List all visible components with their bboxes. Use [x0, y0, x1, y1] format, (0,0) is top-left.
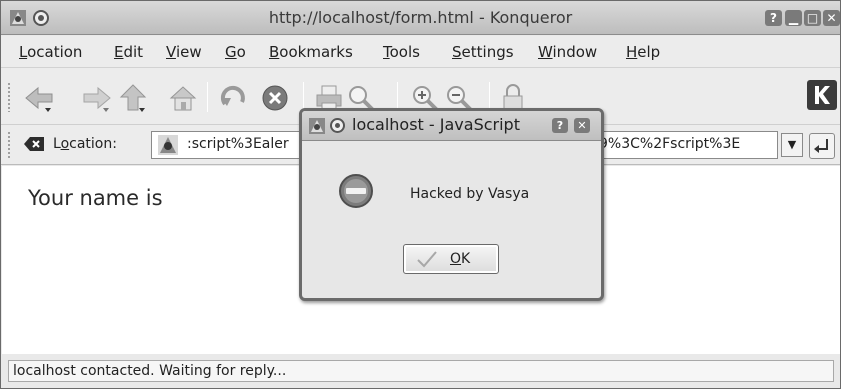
location-label-accel: o — [60, 136, 70, 152]
up-icon[interactable] — [119, 82, 151, 114]
window-titlebar[interactable]: http://localhost/form.html - Konqueror ?… — [1, 1, 840, 35]
home-icon[interactable] — [167, 82, 199, 114]
menu-window[interactable]: Window — [538, 43, 597, 61]
url-history-dropdown[interactable]: ▼ — [781, 133, 803, 157]
clear-location-icon[interactable] — [23, 135, 45, 153]
location-label-prefix: L — [53, 136, 61, 152]
stop-icon[interactable] — [259, 82, 291, 114]
location-label: Location: — [53, 136, 117, 152]
toolbar-handle[interactable] — [7, 82, 11, 112]
menu-view[interactable]: View — [166, 43, 202, 61]
dialog-sticky-icon[interactable] — [330, 118, 345, 133]
menu-settings[interactable]: Settings — [452, 43, 514, 61]
menu-go[interactable]: Go — [225, 43, 246, 61]
window-title: http://localhost/form.html - Konqueror — [268, 8, 573, 27]
critical-icon — [339, 174, 373, 208]
location-label-suffix: cation: — [69, 136, 117, 152]
statusbar: localhost contacted. Waiting for reply..… — [1, 355, 840, 388]
go-button[interactable] — [809, 133, 835, 159]
help-button[interactable]: ? — [765, 10, 782, 26]
javascript-alert-dialog: localhost - JavaScript ? ✕ Hacked by Vas… — [299, 108, 604, 301]
dialog-message: Hacked by Vasya — [410, 186, 530, 202]
url-text-right: 9%3C%2Fscript%3E — [599, 136, 741, 152]
page-text: Your name is — [28, 186, 163, 210]
locationbar-handle[interactable] — [7, 131, 11, 159]
url-text-left: :script%3Ealer — [187, 136, 289, 152]
menu-help[interactable]: Help — [626, 43, 660, 61]
enter-arrow-icon — [814, 139, 828, 153]
maximize-button[interactable]: □ — [804, 10, 821, 26]
close-button[interactable]: ✕ — [823, 10, 840, 26]
menu-bookmarks[interactable]: Bookmarks — [269, 43, 353, 61]
back-icon[interactable] — [23, 82, 55, 114]
menubar: Location Edit View Go Bookmarks Tools Se… — [1, 36, 840, 67]
menu-edit[interactable]: Edit — [114, 43, 143, 61]
toolbar-separator — [207, 82, 208, 112]
dialog-close-button[interactable]: ✕ — [574, 118, 590, 133]
dialog-titlebar[interactable]: localhost - JavaScript ? ✕ — [302, 111, 601, 141]
check-icon — [417, 251, 437, 268]
konqueror-app-icon[interactable] — [308, 117, 326, 135]
dialog-title: localhost - JavaScript — [352, 115, 520, 134]
menu-location[interactable]: Location — [19, 43, 82, 61]
dialog-help-button[interactable]: ? — [552, 118, 568, 133]
minimize-button[interactable]: ▁ — [785, 10, 802, 26]
ok-button[interactable]: OK — [403, 244, 499, 274]
kde-logo-icon[interactable] — [807, 80, 837, 110]
ok-label: OK — [450, 251, 471, 267]
menu-tools[interactable]: Tools — [383, 43, 420, 61]
reload-icon[interactable] — [217, 82, 249, 114]
forward-icon[interactable] — [81, 82, 113, 114]
konqueror-favicon-icon — [158, 135, 178, 155]
status-text: localhost contacted. Waiting for reply..… — [8, 360, 834, 382]
